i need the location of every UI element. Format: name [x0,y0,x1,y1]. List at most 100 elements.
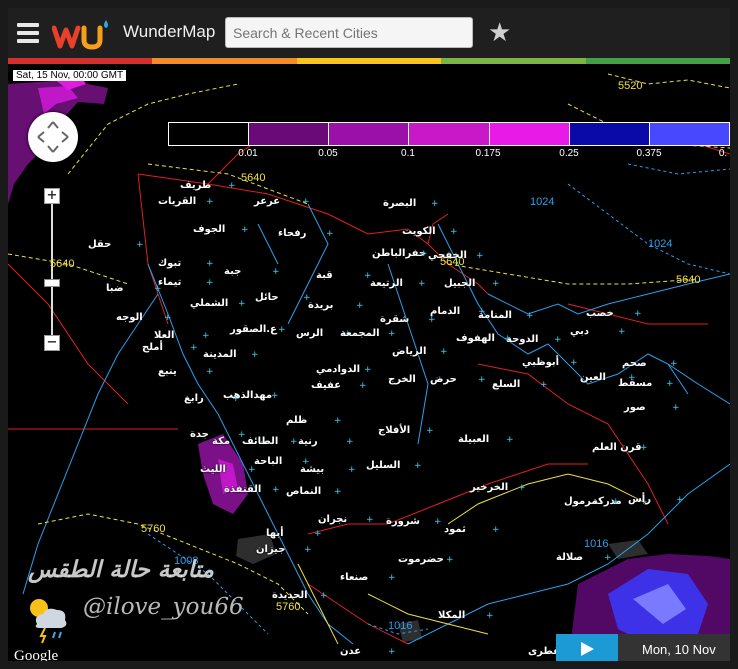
hamburger-menu-icon[interactable] [17,23,39,43]
legend-label: 0.25 [559,148,579,159]
contour-label: 5520 [618,80,643,92]
play-icon[interactable] [556,634,618,661]
city-marker-icon: + [241,225,249,235]
city-marker-icon: + [136,240,144,250]
city-marker-icon: + [232,394,240,404]
city-label: القنفذة [224,484,262,495]
brand-title: WunderMap [123,22,216,41]
city-marker-icon: + [326,229,334,239]
city-label: عدن [340,646,362,657]
city-marker-icon: + [672,403,680,413]
contour-label: 1016 [388,620,413,632]
legend-label: 0.1 [401,148,415,159]
city-label: رأس [628,494,651,505]
city-marker-icon: + [388,329,396,339]
city-marker-icon: + [486,611,494,621]
city-label: المجمعة [340,328,380,339]
city-marker-icon: + [356,301,364,311]
legend-label: 0.01 [238,148,258,159]
zoom-slider-handle[interactable] [44,279,60,287]
city-marker-icon: + [348,465,356,475]
zoom-out-button[interactable]: − [44,335,60,351]
city-label: حفرالباطن [372,248,427,259]
city-marker-icon: + [518,483,526,493]
city-marker-icon: + [366,515,374,525]
city-marker-icon: + [320,591,328,601]
city-marker-icon: + [440,347,448,357]
city-marker-icon: + [506,435,514,445]
city-marker-icon: + [304,545,312,555]
city-label: البصرة [383,198,417,209]
city-label: بيشة [300,464,325,475]
search-input[interactable] [225,17,473,48]
city-label: مهدالذهب [223,390,273,401]
city-label: الدوادمي [316,364,361,375]
city-label: رنية [298,436,318,447]
city-label: الجوف [193,224,226,235]
city-marker-icon: + [420,249,428,259]
city-label: الشملي [190,298,229,309]
city-marker-icon: + [164,313,172,323]
city-label: رفحاء [278,228,307,239]
city-marker-icon: + [388,573,396,583]
city-label: المكلا [438,610,466,621]
city-label: الباحة [254,456,283,467]
city-label: الوجه [116,312,143,323]
city-marker-icon: + [450,227,458,237]
city-label: الليث [200,464,226,475]
city-label: المنامة [478,310,512,321]
city-label: أبها [266,528,284,539]
city-label: مرمول [564,496,598,507]
legend-bar [168,122,730,146]
city-label: عرعر [254,196,281,207]
city-marker-icon: + [478,375,486,385]
city-label: الحديدة [272,590,308,601]
city-marker-icon: + [278,325,286,335]
city-marker-icon: + [428,315,436,325]
legend-labels: 0.01 0.05 0.1 0.175 0.25 0.375 0. [168,146,730,160]
wu-logo[interactable] [52,18,112,50]
legend-swatch [409,123,490,145]
city-marker-icon: + [414,461,422,471]
city-label: تبوك [158,258,182,269]
city-label: ع.الصقور [230,324,277,335]
city-marker-icon: + [492,279,500,289]
city-label: ظلم [286,415,308,426]
contour-label: 1024 [648,238,673,250]
city-marker-icon: + [504,334,512,344]
city-label: جبة [224,266,242,277]
pan-control[interactable] [28,112,78,162]
city-label: الأفلاج [378,425,411,436]
city-marker-icon: + [206,259,214,269]
city-marker-icon: + [476,251,484,261]
legend-swatch [169,123,250,145]
zoom-in-button[interactable]: + [44,188,60,204]
city-label: السليل [366,460,401,471]
city-label: الجبيل [444,278,476,289]
city-marker-icon: + [228,181,236,191]
city-label: الرتيعة [370,278,403,289]
city-label: بريدة [308,300,334,311]
city-label: نجران [318,514,348,525]
weather-map[interactable]: Sat, 15 Nov, 00:00 GMT + − 0.01 0.05 0.1… [8,64,730,661]
contour-label: 1024 [530,196,555,208]
star-icon[interactable]: ★ [488,18,511,48]
city-marker-icon: + [604,553,612,563]
city-label: حرض [430,374,457,385]
city-label: العلا [154,330,175,341]
city-marker-icon: + [670,359,678,369]
city-label: العبيلة [458,434,490,445]
city-label: عفيف [311,380,342,391]
city-label: الكويت [402,226,436,237]
city-label: صور [624,402,646,413]
city-marker-icon: + [206,197,214,207]
legend-swatch [649,123,729,145]
wundermap-window: WunderMap ★ [8,8,730,661]
city-marker-icon: + [418,279,426,289]
city-label: رابغ [184,393,204,404]
watermark-title: متابعة حالة الطقس [28,556,214,583]
city-marker-icon: + [314,529,322,539]
city-marker-icon: + [426,426,434,436]
city-label: القريات [158,196,197,207]
contour-label: 5640 [676,274,701,286]
